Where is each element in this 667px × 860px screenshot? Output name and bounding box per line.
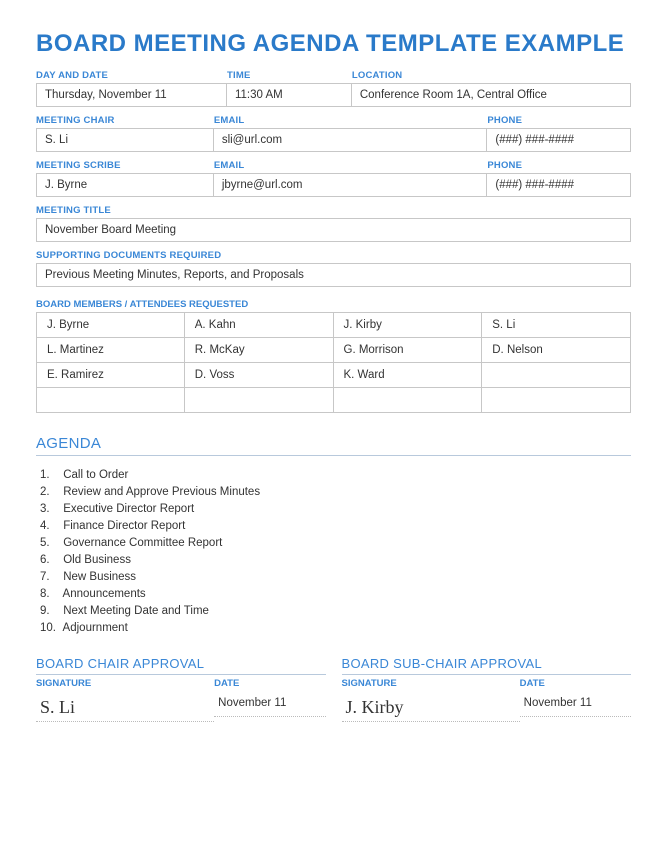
attendee-cell: K. Ward: [333, 362, 483, 388]
agenda-item: 1. Call to Order: [40, 466, 631, 483]
row-day-time-location: DAY AND DATE Thursday, November 11 TIME …: [36, 68, 631, 107]
agenda-item: 4. Finance Director Report: [40, 517, 631, 534]
label-meeting-title: MEETING TITLE: [36, 203, 631, 218]
attendee-cell: J. Byrne: [36, 312, 185, 338]
approval-row: BOARD CHAIR APPROVAL SIGNATURE S. Li DAT…: [36, 656, 631, 722]
attendee-cell: S. Li: [481, 312, 631, 338]
agenda-list: 1. Call to Order2. Review and Approve Pr…: [36, 466, 631, 636]
label-subchair-date: DATE: [520, 675, 631, 691]
label-location: LOCATION: [352, 68, 631, 83]
agenda-item: 8. Announcements: [40, 585, 631, 602]
subchair-approval-block: BOARD SUB-CHAIR APPROVAL SIGNATURE J. Ki…: [342, 656, 632, 722]
label-time: TIME: [227, 68, 352, 83]
attendee-cell: [333, 387, 483, 413]
row-meeting-title: MEETING TITLE November Board Meeting: [36, 203, 631, 242]
attendee-cell: A. Kahn: [184, 312, 334, 338]
row-meeting-scribe: MEETING SCRIBE J. Byrne EMAIL jbyrne@url…: [36, 158, 631, 197]
agenda-item: 2. Review and Approve Previous Minutes: [40, 483, 631, 500]
value-chair-email: sli@url.com: [214, 128, 488, 152]
label-chair-phone: PHONE: [487, 113, 631, 128]
agenda-item: 10. Adjournment: [40, 619, 631, 636]
agenda-item: 5. Governance Committee Report: [40, 534, 631, 551]
agenda-item: 7. New Business: [40, 568, 631, 585]
value-scribe-name: J. Byrne: [36, 173, 214, 197]
value-day-date: Thursday, November 11: [36, 83, 227, 107]
attendee-cell: [481, 387, 631, 413]
agenda-item: 6. Old Business: [40, 551, 631, 568]
label-meeting-chair: MEETING CHAIR: [36, 113, 214, 128]
attendee-cell: [481, 362, 631, 388]
label-supporting-docs: SUPPORTING DOCUMENTS REQUIRED: [36, 248, 631, 263]
value-meeting-title: November Board Meeting: [36, 218, 631, 242]
chair-approval-title: BOARD CHAIR APPROVAL: [36, 656, 326, 675]
attendee-cell: [36, 387, 185, 413]
label-day-date: DAY AND DATE: [36, 68, 227, 83]
label-scribe-email: EMAIL: [214, 158, 488, 173]
row-supporting-docs: SUPPORTING DOCUMENTS REQUIRED Previous M…: [36, 248, 631, 287]
attendee-cell: L. Martinez: [36, 337, 185, 363]
attendee-grid: J. ByrneA. KahnJ. KirbyS. Li L. MartinezR…: [36, 312, 631, 413]
subchair-approval-title: BOARD SUB-CHAIR APPROVAL: [342, 656, 632, 675]
agenda-item: 3. Executive Director Report: [40, 500, 631, 517]
value-chair-phone: (###) ###-####: [487, 128, 631, 152]
attendee-cell: D. Nelson: [481, 337, 631, 363]
attendee-cell: R. McKay: [184, 337, 334, 363]
label-subchair-signature: SIGNATURE: [342, 675, 520, 691]
chair-approval-block: BOARD CHAIR APPROVAL SIGNATURE S. Li DAT…: [36, 656, 326, 722]
value-chair-name: S. Li: [36, 128, 214, 152]
value-chair-signature: S. Li: [36, 691, 214, 722]
value-subchair-date: November 11: [520, 691, 631, 717]
value-subchair-signature: J. Kirby: [342, 691, 520, 722]
agenda-heading: AGENDA: [36, 435, 631, 456]
label-chair-email: EMAIL: [214, 113, 488, 128]
value-supporting-docs: Previous Meeting Minutes, Reports, and P…: [36, 263, 631, 287]
attendee-cell: G. Morrison: [333, 337, 483, 363]
value-scribe-phone: (###) ###-####: [487, 173, 631, 197]
row-meeting-chair: MEETING CHAIR S. Li EMAIL sli@url.com PH…: [36, 113, 631, 152]
agenda-item: 9. Next Meeting Date and Time: [40, 602, 631, 619]
label-chair-signature: SIGNATURE: [36, 675, 214, 691]
label-chair-date: DATE: [214, 675, 325, 691]
value-location: Conference Room 1A, Central Office: [352, 83, 631, 107]
label-meeting-scribe: MEETING SCRIBE: [36, 158, 214, 173]
attendee-cell: D. Voss: [184, 362, 334, 388]
label-attendees: BOARD MEMBERS / ATTENDEES REQUESTED: [36, 293, 631, 312]
attendee-cell: [184, 387, 334, 413]
value-chair-date: November 11: [214, 691, 325, 717]
attendee-cell: J. Kirby: [333, 312, 483, 338]
label-scribe-phone: PHONE: [487, 158, 631, 173]
value-scribe-email: jbyrne@url.com: [214, 173, 488, 197]
attendee-cell: E. Ramirez: [36, 362, 185, 388]
value-time: 11:30 AM: [227, 83, 352, 107]
page-title: BOARD MEETING AGENDA TEMPLATE EXAMPLE: [36, 30, 631, 58]
